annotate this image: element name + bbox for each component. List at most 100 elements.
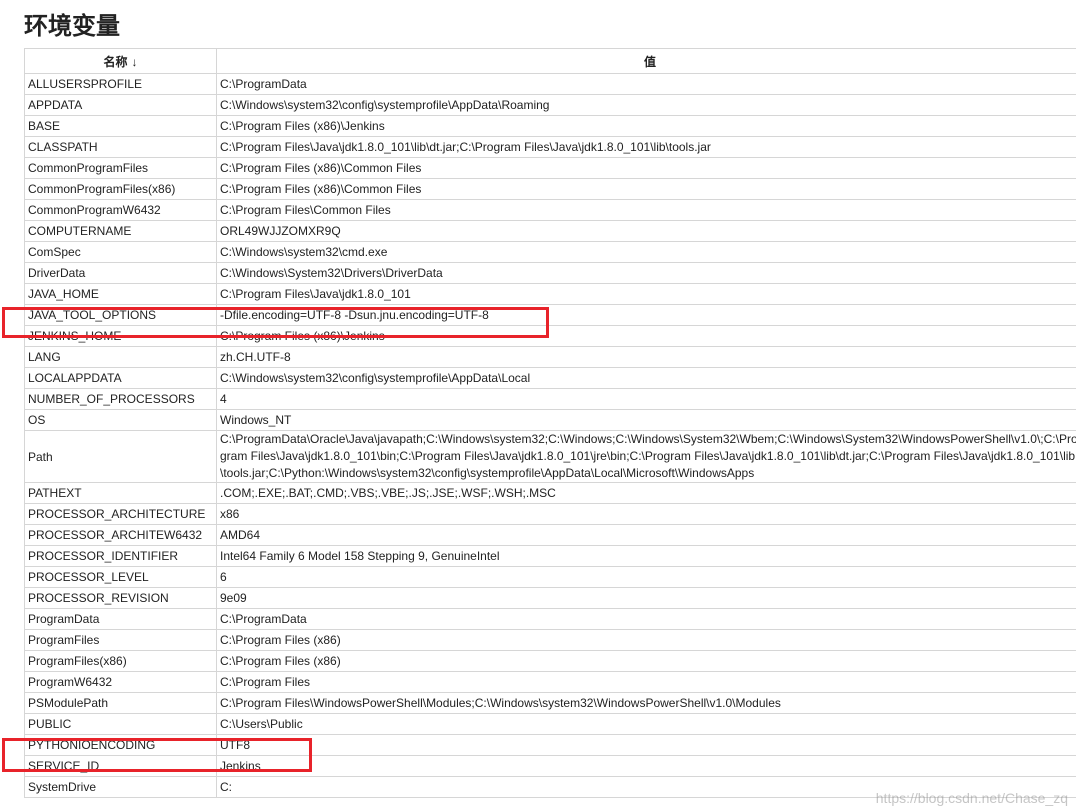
var-name: APPDATA xyxy=(24,94,217,116)
var-value: C:\Windows\system32\cmd.exe xyxy=(216,241,1076,263)
page-title: 环境变量 xyxy=(24,12,120,40)
var-value: C:\Windows\System32\Drivers\DriverData xyxy=(216,262,1076,284)
var-name: DriverData xyxy=(24,262,217,284)
table-row: ProgramW6432 C:\Program Files xyxy=(24,671,1076,693)
var-name: PROCESSOR_ARCHITEW6432 xyxy=(24,524,217,546)
var-value: Windows_NT xyxy=(216,409,1076,431)
var-value: C:\Program Files\Common Files xyxy=(216,199,1076,221)
var-value: C:\Program Files (x86)\Jenkins xyxy=(216,325,1076,347)
var-name: LANG xyxy=(24,346,217,368)
var-name: PATHEXT xyxy=(24,482,217,504)
table-row: OS Windows_NT xyxy=(24,409,1076,431)
column-header-name-label: 名称 xyxy=(103,54,128,69)
table-row: SERVICE_ID Jenkins xyxy=(24,755,1076,777)
var-name: NUMBER_OF_PROCESSORS xyxy=(24,388,217,410)
table-row: CommonProgramFiles C:\Program Files (x86)… xyxy=(24,157,1076,179)
var-value: C:\Program Files xyxy=(216,671,1076,693)
var-name: SystemDrive xyxy=(24,776,217,798)
sort-desc-icon: ↓ xyxy=(131,54,138,69)
table-row: PSModulePath C:\Program Files\WindowsPowe… xyxy=(24,692,1076,714)
var-value: Jenkins xyxy=(216,755,1076,777)
var-value: -Dfile.encoding=UTF-8 -Dsun.jnu.encoding… xyxy=(216,304,1076,326)
table-row: NUMBER_OF_PROCESSORS 4 xyxy=(24,388,1076,410)
table-row: PROCESSOR_LEVEL 6 xyxy=(24,566,1076,588)
var-value: zh.CH.UTF-8 xyxy=(216,346,1076,368)
var-value: C:\Program Files (x86) xyxy=(216,629,1076,651)
var-value: C:\ProgramData\Oracle\Java\javapath;C:\W… xyxy=(216,430,1076,483)
var-value: x86 xyxy=(216,503,1076,525)
column-header-name[interactable]: 名称 ↓ xyxy=(24,48,217,74)
var-name: SERVICE_ID xyxy=(24,755,217,777)
table-row: BASE C:\Program Files (x86)\Jenkins xyxy=(24,115,1076,137)
table-row: CommonProgramFiles(x86) C:\Program Files … xyxy=(24,178,1076,200)
table-row: PROCESSOR_ARCHITECTURE x86 xyxy=(24,503,1076,525)
var-value: UTF8 xyxy=(216,734,1076,756)
var-name: CommonProgramW6432 xyxy=(24,199,217,221)
var-name: CommonProgramFiles(x86) xyxy=(24,178,217,200)
table-row: JAVA_HOME C:\Program Files\Java\jdk1.8.0_… xyxy=(24,283,1076,305)
var-value: C:\Program Files (x86)\Jenkins xyxy=(216,115,1076,137)
var-name: CLASSPATH xyxy=(24,136,217,158)
var-name: JAVA_TOOL_OPTIONS xyxy=(24,304,217,326)
var-name: PUBLIC xyxy=(24,713,217,735)
var-name: LOCALAPPDATA xyxy=(24,367,217,389)
var-name: PROCESSOR_IDENTIFIER xyxy=(24,545,217,567)
var-value: 6 xyxy=(216,566,1076,588)
env-table: 名称 ↓ 值 ALLUSERSPROFILE C:\ProgramData APPD… xyxy=(24,48,1076,798)
table-row: DriverData C:\Windows\System32\Drivers\Dr… xyxy=(24,262,1076,284)
var-name: ComSpec xyxy=(24,241,217,263)
var-value: C:\Program Files\WindowsPowerShell\Modul… xyxy=(216,692,1076,714)
column-header-value-label: 值 xyxy=(643,54,656,69)
table-row: ALLUSERSPROFILE C:\ProgramData xyxy=(24,73,1076,95)
var-value: 4 xyxy=(216,388,1076,410)
var-value: C:\Users\Public xyxy=(216,713,1076,735)
var-name: PYTHONIOENCODING xyxy=(24,734,217,756)
var-name: PROCESSOR_ARCHITECTURE xyxy=(24,503,217,525)
var-name: PSModulePath xyxy=(24,692,217,714)
table-row: ProgramFiles(x86) C:\Program Files (x86) xyxy=(24,650,1076,672)
env-vars-page: 环境变量 名称 ↓ 值 ALLUSERSPROFILE C:\ProgramData xyxy=(0,0,1076,812)
table-row: LOCALAPPDATA C:\Windows\system32\config\s… xyxy=(24,367,1076,389)
table-row: COMPUTERNAME ORL49WJJZOMXR9Q xyxy=(24,220,1076,242)
var-value: C:\Program Files (x86)\Common Files xyxy=(216,178,1076,200)
var-name: COMPUTERNAME xyxy=(24,220,217,242)
table-row: PATHEXT .COM;.EXE;.BAT;.CMD;.VBS;.VBE;.JS… xyxy=(24,482,1076,504)
table-row: ProgramData C:\ProgramData xyxy=(24,608,1076,630)
table-row: PYTHONIOENCODING UTF8 xyxy=(24,734,1076,756)
var-value: ORL49WJJZOMXR9Q xyxy=(216,220,1076,242)
var-value: C:\Windows\system32\config\systemprofile… xyxy=(216,94,1076,116)
var-value: C:\Windows\system32\config\systemprofile… xyxy=(216,367,1076,389)
table-row: JAVA_TOOL_OPTIONS -Dfile.encoding=UTF-8 -… xyxy=(24,304,1076,326)
table-row: LANG zh.CH.UTF-8 xyxy=(24,346,1076,368)
table-row: CommonProgramW6432 C:\Program Files\Commo… xyxy=(24,199,1076,221)
var-name: BASE xyxy=(24,115,217,137)
var-name: JENKINS_HOME xyxy=(24,325,217,347)
var-name: ProgramFiles(x86) xyxy=(24,650,217,672)
var-value: AMD64 xyxy=(216,524,1076,546)
var-name: PROCESSOR_REVISION xyxy=(24,587,217,609)
var-value: C:\Program Files\Java\jdk1.8.0_101\lib\d… xyxy=(216,136,1076,158)
var-value: C:\Program Files (x86) xyxy=(216,650,1076,672)
table-row: Path C:\ProgramData\Oracle\Java\javapath;… xyxy=(24,430,1076,483)
var-value: C:\Program Files (x86)\Common Files xyxy=(216,157,1076,179)
var-value: C:\ProgramData xyxy=(216,73,1076,95)
var-value: C:\Program Files\Java\jdk1.8.0_101 xyxy=(216,283,1076,305)
var-value: Intel64 Family 6 Model 158 Stepping 9, G… xyxy=(216,545,1076,567)
column-header-value[interactable]: 值 xyxy=(216,48,1076,74)
env-table-wrapper: 名称 ↓ 值 ALLUSERSPROFILE C:\ProgramData APPD… xyxy=(24,48,1076,798)
var-name: JAVA_HOME xyxy=(24,283,217,305)
var-name: CommonProgramFiles xyxy=(24,157,217,179)
var-name: PROCESSOR_LEVEL xyxy=(24,566,217,588)
var-name: OS xyxy=(24,409,217,431)
table-row: ComSpec C:\Windows\system32\cmd.exe xyxy=(24,241,1076,263)
table-row: PROCESSOR_IDENTIFIER Intel64 Family 6 Mod… xyxy=(24,545,1076,567)
table-row: PROCESSOR_REVISION 9e09 xyxy=(24,587,1076,609)
var-name: ProgramW6432 xyxy=(24,671,217,693)
table-row: PUBLIC C:\Users\Public xyxy=(24,713,1076,735)
var-name: Path xyxy=(24,430,217,483)
var-value: .COM;.EXE;.BAT;.CMD;.VBS;.VBE;.JS;.JSE;.… xyxy=(216,482,1076,504)
var-name: ProgramFiles xyxy=(24,629,217,651)
table-row: CLASSPATH C:\Program Files\Java\jdk1.8.0_… xyxy=(24,136,1076,158)
var-name: ALLUSERSPROFILE xyxy=(24,73,217,95)
table-row: ProgramFiles C:\Program Files (x86) xyxy=(24,629,1076,651)
